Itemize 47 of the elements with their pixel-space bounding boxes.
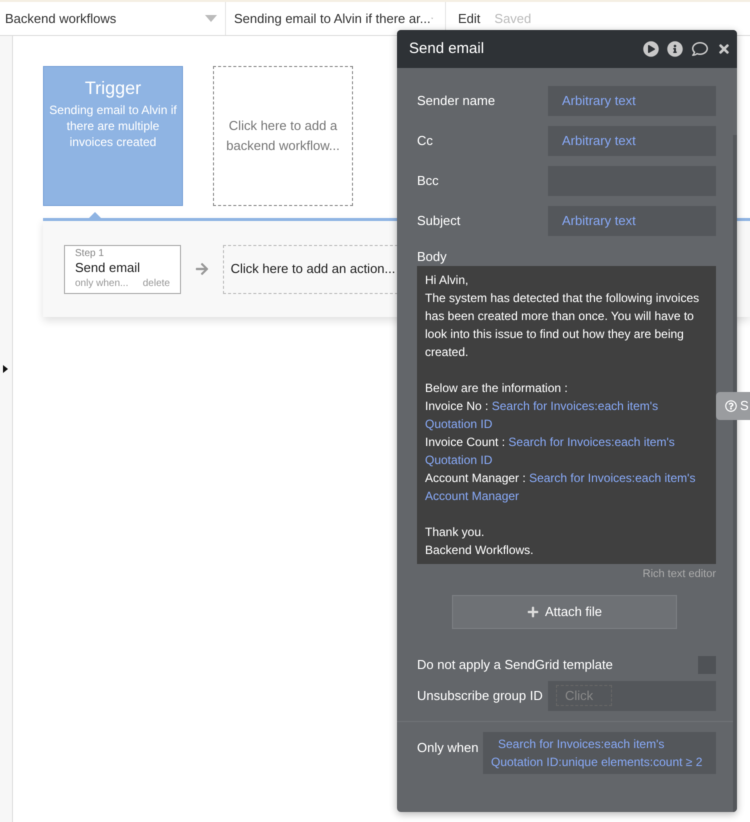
scrollbar[interactable] [733,135,737,812]
panel-title: Send email [409,38,484,59]
condition-field[interactable]: Search for Invoices:each item's Quotation ID:unique elements:count ≥ 2 [483,732,716,774]
body-label: Body [417,248,448,266]
body-text: Invoice No : Search for Invoices:each item's Quotation ID [425,398,660,433]
plus-icon [526,606,539,618]
sendgrid-label: Do not apply a SendGrid template [417,656,613,674]
body-editor[interactable] [417,266,716,564]
body-text: Invoice Count : Search for Invoices:each item's Quotation ID [425,434,676,469]
trigger-card[interactable]: Trigger Sending email to Alvin if there are multiple invoices created [43,66,183,206]
expand-icon[interactable] [3,365,8,373]
rich-text-editor-link[interactable]: Rich text editor [642,566,716,582]
text-field[interactable]: Arbitrary text [548,126,716,156]
trigger-name: Sending email to Alvin if there are multiple invoices created [48,102,178,150]
field-label: Sender name [417,92,496,110]
page-dropdown[interactable]: Backend workflows [0,2,226,35]
close-icon[interactable] [717,42,731,56]
body-text: Account Manager : Search for Invoices:each item's Account Manager [425,470,696,505]
unsubscribe-label: Unsubscribe group ID [417,686,543,705]
body-text: Below are the information : [425,380,569,397]
info-icon[interactable] [667,41,683,57]
body-text: Thank you. [425,524,486,541]
add-workflow-placeholder[interactable]: Click here to add a backend workflow... [213,66,353,206]
save-status: Saved [494,10,532,28]
edit-tab[interactable]: Edit [458,8,480,28]
field-label: Bcc [417,172,439,190]
caret-icon [205,15,217,22]
help-icon [725,400,737,412]
comment-icon[interactable] [691,41,709,57]
text-field[interactable]: Arbitrary text [548,206,716,236]
body-text: Hi Alvin, [425,272,470,289]
step-action: Send email [75,260,142,276]
step-card[interactable]: Step 1 Send email only when... delete [64,244,181,294]
delete-link[interactable]: delete [142,276,170,290]
body-text: Backend Workflows. [425,542,534,559]
play-icon[interactable] [643,41,659,57]
text-field[interactable]: Arbitrary text [548,86,716,116]
attach-file-button[interactable]: Attach file [452,594,677,628]
body-text: The system has detected that the following invoices has been created more than once. You will have to look into this issue to find out how they are being created. [425,290,700,361]
field-label: Subject [417,212,460,230]
only-when-label: Only when [417,738,478,757]
step-number: Step 1 [75,248,105,260]
trigger-title: Trigger [84,77,142,100]
arrow-right-icon [195,262,209,276]
condition-link[interactable]: only when... [75,276,128,290]
help-tab[interactable]: S [716,392,750,420]
field-label: Cc [417,132,433,150]
